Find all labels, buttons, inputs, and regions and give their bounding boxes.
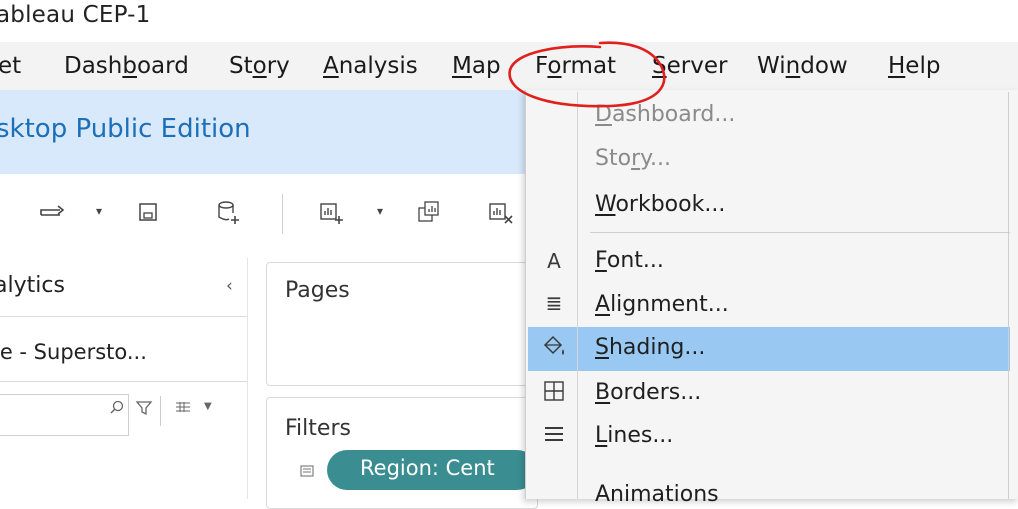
- new-datasource-icon[interactable]: [216, 199, 242, 232]
- borders-icon: [540, 380, 568, 407]
- new-worksheet-icon[interactable]: [318, 200, 346, 231]
- datasource-name[interactable]: le - Supersto...: [0, 340, 147, 364]
- font-icon: A: [547, 249, 561, 273]
- shading-icon: [540, 334, 568, 363]
- format-menu-animations[interactable]: Animations: [595, 482, 719, 507]
- divider: [0, 381, 248, 382]
- view-options-dropdown-icon[interactable]: ▼: [204, 401, 212, 412]
- menu-sheet[interactable]: et: [0, 53, 21, 79]
- toolbar: [0, 174, 525, 258]
- clear-sheet-icon[interactable]: [487, 200, 515, 231]
- divider: [160, 396, 161, 426]
- menu-story[interactable]: Story: [229, 53, 290, 79]
- menu-help[interactable]: Help: [888, 53, 940, 79]
- view-options-icon[interactable]: [174, 400, 192, 418]
- search-icon[interactable]: [109, 400, 125, 420]
- filter-pill-icon: [300, 465, 314, 480]
- edition-banner-text: sktop Public Edition: [0, 114, 251, 144]
- analytics-tab[interactable]: alytics: [0, 273, 65, 298]
- format-menu-workbook[interactable]: Workbook...: [595, 192, 725, 217]
- title-bar: [0, 0, 1018, 42]
- panel-divider: [247, 258, 248, 499]
- format-menu-dashboard[interactable]: Dashboard...: [595, 102, 735, 127]
- menu-format[interactable]: Format: [535, 53, 616, 79]
- duplicate-sheet-icon[interactable]: [416, 199, 442, 230]
- menu-window[interactable]: Window: [757, 53, 848, 79]
- format-menu-story[interactable]: Story...: [595, 146, 671, 171]
- menu-analysis[interactable]: Analysis: [323, 53, 418, 79]
- new-worksheet-dropdown-icon[interactable]: ▾: [377, 204, 383, 218]
- toolbar-separator: [282, 194, 283, 234]
- window-title: ableau CEP-1: [0, 2, 151, 28]
- format-menu-alignment[interactable]: Alignment...: [595, 292, 729, 317]
- format-menu-shading[interactable]: Shading...: [595, 335, 705, 360]
- format-menu-font[interactable]: Font...: [595, 248, 664, 273]
- lines-icon: [540, 424, 568, 449]
- pages-shelf-title: Pages: [285, 278, 350, 303]
- collapse-panel-icon[interactable]: ‹: [226, 276, 233, 296]
- menu-dashboard[interactable]: Dashboard: [64, 53, 189, 79]
- format-menu-lines[interactable]: Lines...: [595, 423, 673, 448]
- alignment-icon: ≣: [545, 291, 563, 315]
- format-menu-borders[interactable]: Borders...: [595, 380, 701, 405]
- save-icon[interactable]: [137, 201, 159, 228]
- redo-icon[interactable]: [38, 200, 68, 227]
- menu-edge: [1008, 92, 1009, 499]
- filter-icon[interactable]: [135, 399, 153, 421]
- menu-icon-gutter-line: [577, 92, 578, 499]
- filters-shelf-title: Filters: [285, 416, 351, 441]
- divider: [0, 316, 248, 317]
- menu-separator: [590, 232, 1010, 233]
- menu-server[interactable]: Server: [652, 53, 727, 79]
- region-filter-pill-label: Region: Cent: [360, 456, 495, 480]
- menu-map[interactable]: Map: [452, 53, 501, 79]
- redo-dropdown-icon[interactable]: ▾: [96, 204, 102, 218]
